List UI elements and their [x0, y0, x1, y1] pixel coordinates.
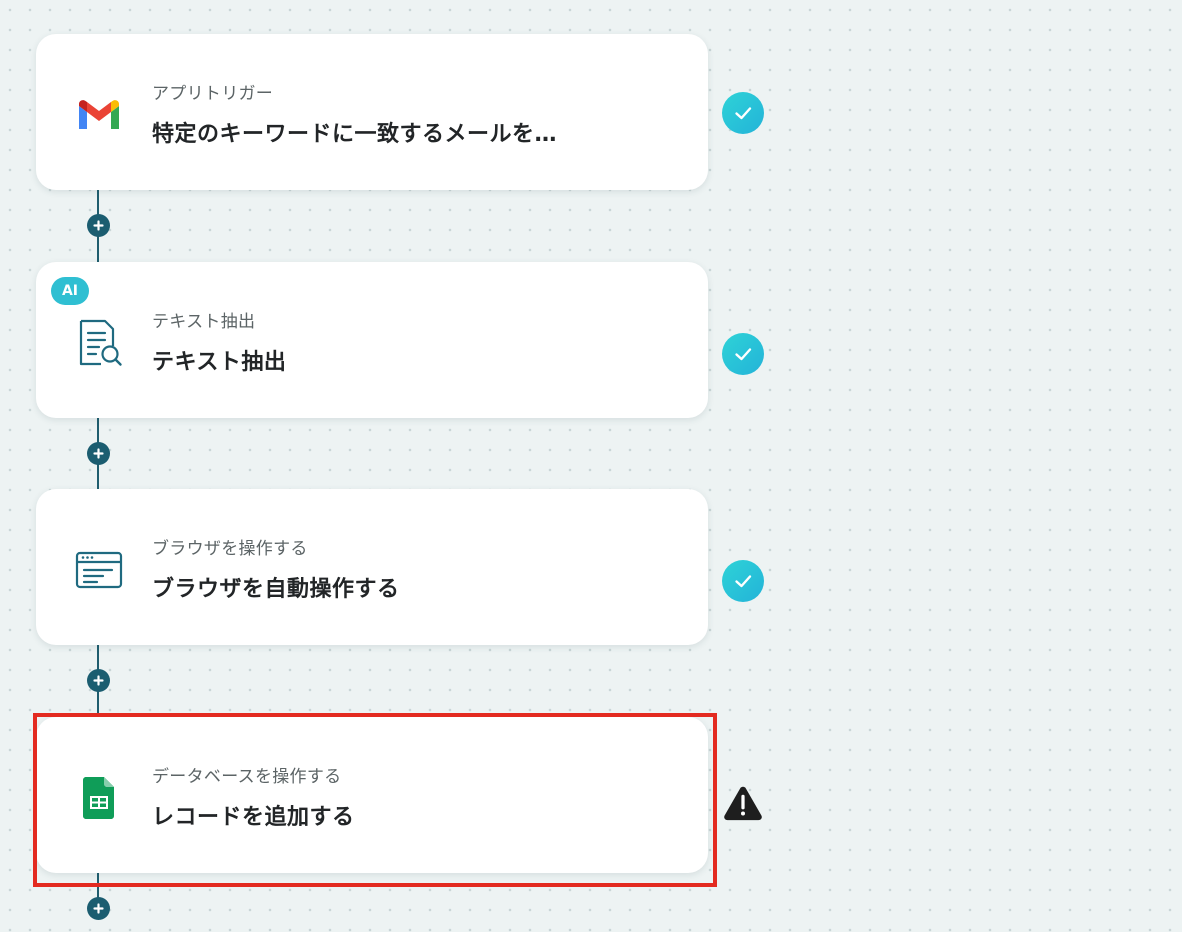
document-search-icon	[74, 318, 124, 368]
step-subtitle: テキスト抽出	[152, 312, 256, 332]
ai-badge: AI	[51, 277, 89, 305]
step-title: 特定のキーワードに一致するメールを…	[152, 122, 558, 147]
check-icon	[722, 92, 764, 134]
add-step-button[interactable]	[87, 897, 110, 920]
plus-icon	[93, 220, 104, 231]
step-subtitle: アプリトリガー	[152, 84, 274, 104]
step-subtitle: データベースを操作する	[152, 767, 342, 787]
plus-icon	[93, 448, 104, 459]
flow-step-card-text-extraction[interactable]: AI テキスト抽出 テキスト抽出	[36, 262, 708, 418]
flow-step-card-trigger[interactable]: アプリトリガー 特定のキーワードに一致するメールを…	[36, 34, 708, 190]
flow-step-card-browser[interactable]: ブラウザを操作する ブラウザを自動操作する	[36, 489, 708, 645]
google-sheets-icon	[74, 773, 124, 823]
browser-window-icon	[74, 545, 124, 595]
add-step-button[interactable]	[87, 669, 110, 692]
check-icon	[722, 333, 764, 375]
check-icon	[722, 560, 764, 602]
gmail-icon	[74, 90, 124, 140]
add-step-button[interactable]	[87, 442, 110, 465]
step-subtitle: ブラウザを操作する	[152, 539, 308, 559]
plus-icon	[93, 675, 104, 686]
flow-step-card-database[interactable]: データベースを操作する レコードを追加する	[36, 717, 708, 873]
add-step-button[interactable]	[87, 214, 110, 237]
step-title: テキスト抽出	[152, 350, 287, 375]
plus-icon	[93, 903, 104, 914]
warning-icon	[722, 782, 764, 824]
step-title: レコードを追加する	[152, 805, 355, 830]
step-title: ブラウザを自動操作する	[152, 577, 400, 602]
